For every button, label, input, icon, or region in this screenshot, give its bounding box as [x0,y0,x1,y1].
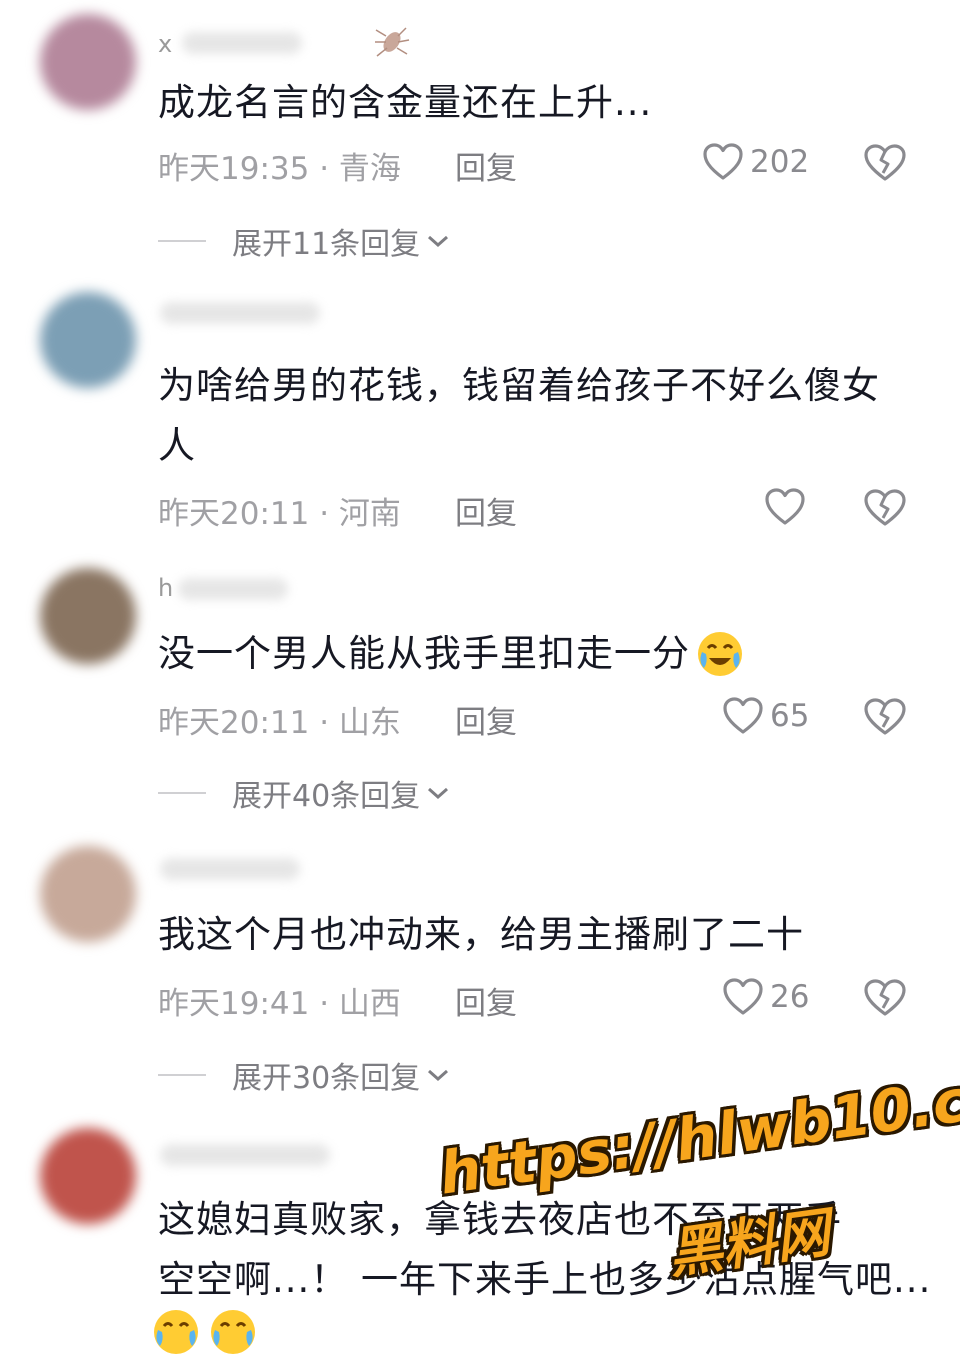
comment-line: 没一个男人能从我手里扣走一分 [158,624,918,684]
comment-time: 昨天20:11 [158,496,310,532]
heart-outline-icon [765,488,805,525]
crying-laughing-emoji-icon [698,632,742,676]
comment-location: 青海 [338,151,401,187]
comment-time: 昨天19:41 [158,986,310,1022]
expand-replies[interactable]: 展开40条回复 [158,771,452,815]
username-initial: x [158,30,173,58]
avatar[interactable] [40,846,136,942]
chevron-down-icon [428,787,449,800]
comment-text: 为啥给男的花钱，钱留着给孩子不好么傻女 人 [158,356,918,476]
broken-heart-icon[interactable] [862,487,908,529]
chevron-down-icon [428,235,449,248]
comment-line: 人 [158,424,196,467]
comment-text: 成龙名言的含金量还在上升... [158,73,918,133]
comment-time: 昨天19:35 [158,151,310,187]
comment-location: 山东 [338,705,401,741]
username-blur [182,32,302,54]
crying-laughing-emoji-icon [154,1310,198,1354]
comment-location: 河南 [338,496,401,532]
expand-label: 展开30条回复 [232,1061,421,1096]
expand-replies[interactable]: 展开11条回复 [158,219,452,263]
meta-separator: · [319,986,330,1022]
comment-meta: 昨天19:35 · 青海 [158,143,401,188]
chevron-down-icon [428,1069,449,1082]
username-blur [160,1144,330,1166]
emoji-row [150,1306,259,1362]
avatar[interactable] [40,14,136,110]
meta-separator: · [319,496,330,532]
username[interactable]: x [158,30,173,58]
broken-heart-icon[interactable] [862,142,908,184]
watermark-url: https://hlwb10.com [435,1052,960,1208]
comment-line: 成龙名言的含金量还在上升... [158,81,653,124]
broken-heart-icon[interactable] [862,696,908,738]
reply-button[interactable]: 回复 [455,978,517,1023]
expand-divider [158,240,206,242]
like-button[interactable]: 202 [702,142,809,182]
comment-text: 我这个月也冲动来，给男主播刷了二十 [158,905,918,965]
username-blur [160,858,300,880]
expand-divider [158,792,206,794]
comment-line: 我这个月也冲动来，给男主播刷了二十 [158,913,804,956]
reply-button[interactable]: 回复 [455,697,517,742]
username-blur [178,578,288,600]
like-count: 65 [770,698,810,734]
avatar[interactable] [40,1128,136,1224]
like-button[interactable] [764,487,812,527]
comment-text: 没一个男人能从我手里扣走一分 [158,624,918,684]
avatar[interactable] [40,292,136,388]
meta-separator: · [319,151,330,187]
username-initial: h [158,574,174,602]
expand-replies[interactable]: 展开30条回复 [158,1053,452,1097]
bug-icon [375,27,410,57]
heart-outline-icon [723,978,763,1015]
comment-location: 山西 [338,986,401,1022]
comment-meta: 昨天19:41 · 山西 [158,978,401,1023]
broken-heart-icon[interactable] [862,977,908,1019]
reply-button[interactable]: 回复 [455,143,517,188]
comment-meta: 昨天20:11 · 河南 [158,488,401,533]
expand-label: 展开40条回复 [232,779,421,814]
username[interactable]: h [158,574,174,602]
comment-line-text: 没一个男人能从我手里扣走一分 [158,632,690,675]
comment-line: 为啥给男的花钱，钱留着给孩子不好么傻女 [158,364,880,407]
reply-button[interactable]: 回复 [455,488,517,533]
like-button[interactable]: 26 [722,977,809,1017]
heart-outline-icon [703,143,743,180]
comment-time: 昨天20:11 [158,705,310,741]
comment-meta: 昨天20:11 · 山东 [158,697,401,742]
like-count: 26 [770,979,810,1015]
username-blur [160,302,320,324]
meta-separator: · [319,705,330,741]
crying-laughing-emoji-icon [211,1310,256,1354]
heart-outline-icon [723,697,763,734]
like-count: 202 [750,144,810,180]
expand-divider [158,1074,206,1076]
like-button[interactable]: 65 [722,696,809,736]
expand-label: 展开11条回复 [232,227,421,262]
avatar[interactable] [40,568,136,664]
